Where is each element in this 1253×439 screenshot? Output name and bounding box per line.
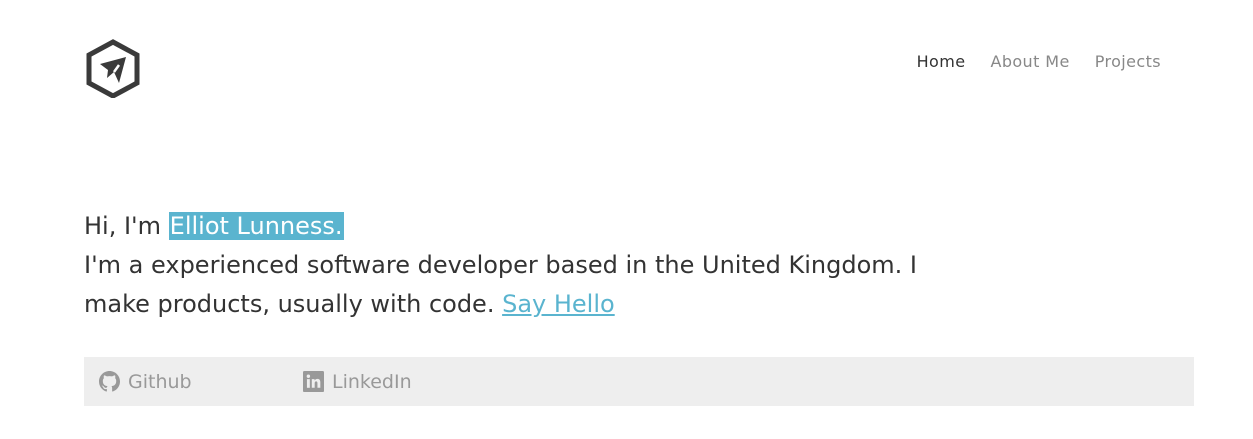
intro-text: Hi, I'm Elliot Lunness. I'm a experience… xyxy=(84,207,964,324)
linkedin-link[interactable]: LinkedIn xyxy=(303,357,412,406)
nav-item-projects[interactable]: Projects xyxy=(1095,52,1161,72)
hexagon-plane-logo-icon xyxy=(86,39,140,99)
linkedin-icon xyxy=(303,371,324,392)
intro-description: I'm a experienced software developer bas… xyxy=(84,251,917,318)
page: Home About Me Projects Hi, I'm Elliot Lu… xyxy=(0,0,1253,439)
linkedin-label: LinkedIn xyxy=(332,370,412,393)
nav-item-about-me[interactable]: About Me xyxy=(990,52,1069,72)
nav-item-home[interactable]: Home xyxy=(917,52,966,72)
greeting-prefix: Hi, I'm xyxy=(84,212,169,240)
say-hello-link[interactable]: Say Hello xyxy=(502,290,615,318)
main-nav: Home About Me Projects xyxy=(892,52,1161,72)
social-bar: Github LinkedIn xyxy=(84,357,1194,406)
github-label: Github xyxy=(128,370,192,393)
name-highlight: Elliot Lunness. xyxy=(168,212,344,240)
site-logo[interactable] xyxy=(84,38,142,99)
github-icon xyxy=(99,371,120,392)
github-link[interactable]: Github xyxy=(99,357,192,406)
